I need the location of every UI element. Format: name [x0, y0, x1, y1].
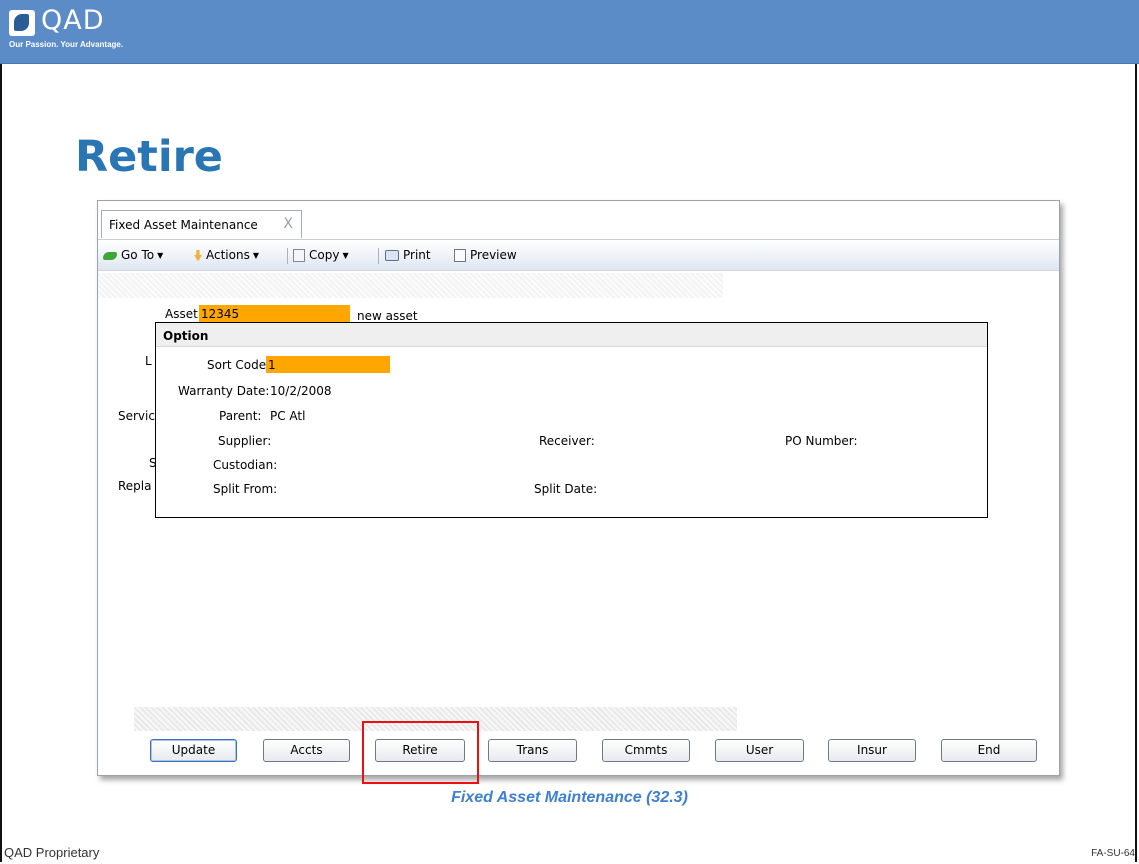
asset-description: new asset — [357, 309, 418, 323]
sort-code-field[interactable]: 1 — [266, 356, 390, 373]
accts-button[interactable]: Accts — [263, 739, 350, 762]
option-dialog-title: Option — [156, 323, 987, 347]
warranty-date-label: Warranty Date: — [178, 384, 270, 398]
tab-bar: Fixed Asset Maintenance X — [98, 201, 1059, 240]
actions-icon — [194, 249, 202, 262]
slide-title: Retire — [75, 132, 223, 182]
figure-caption: Fixed Asset Maintenance (32.3) — [451, 789, 688, 806]
asset-label: Asset: — [165, 307, 202, 321]
actions-label: Actions — [206, 248, 250, 262]
preview-button[interactable]: Preview — [454, 248, 517, 262]
partial-label: Servic — [118, 409, 155, 423]
header-strip — [98, 273, 723, 298]
print-button[interactable]: Print — [385, 248, 431, 262]
user-button[interactable]: User — [715, 739, 804, 762]
chevron-down-icon: ▼ — [342, 251, 349, 260]
close-icon[interactable]: X — [283, 216, 293, 232]
toolbar: Go To ▼ Actions ▼ Copy ▼ Print Preview — [98, 240, 1059, 271]
top-banner: QAD Our Passion. Your Advantage. — [0, 0, 1139, 64]
custodian-label: Custodian: — [213, 458, 278, 472]
preview-icon — [454, 249, 466, 262]
asset-value: 12345 — [201, 307, 240, 321]
insur-button[interactable]: Insur — [828, 739, 916, 762]
po-number-label: PO Number: — [785, 434, 858, 448]
app-window: Fixed Asset Maintenance X Go To ▼ Actions… — [97, 200, 1060, 776]
logo-tagline: Our Passion. Your Advantage. — [9, 40, 124, 49]
goto-menu[interactable]: Go To ▼ — [103, 248, 163, 262]
split-date-label: Split Date: — [534, 482, 598, 496]
trans-button[interactable]: Trans — [488, 739, 577, 762]
toolbar-divider — [378, 248, 379, 264]
parent-label: Parent: — [219, 409, 262, 423]
print-label: Print — [403, 248, 431, 262]
copy-menu[interactable]: Copy ▼ — [293, 248, 349, 262]
printer-icon — [385, 250, 399, 261]
tab-fixed-asset-maintenance[interactable]: Fixed Asset Maintenance X — [101, 210, 302, 238]
update-button[interactable]: Update — [150, 739, 237, 762]
receiver-label: Receiver: — [539, 434, 595, 448]
asset-field[interactable]: 12345 — [199, 305, 350, 322]
cmmts-button[interactable]: Cmmts — [602, 739, 690, 762]
footer-slide-id: FA-SU-64 — [1091, 848, 1135, 859]
goto-icon — [103, 251, 117, 260]
copy-icon — [293, 249, 305, 262]
sort-code-label: Sort Code: — [207, 358, 271, 372]
tab-label: Fixed Asset Maintenance — [109, 218, 258, 232]
actions-menu[interactable]: Actions ▼ — [194, 248, 259, 262]
footer-proprietary: QAD Proprietary — [4, 845, 100, 860]
supplier-label: Supplier: — [218, 434, 272, 448]
qad-logo-icon — [9, 10, 35, 36]
partial-label: L — [145, 354, 152, 368]
chevron-down-icon: ▼ — [252, 251, 259, 260]
end-button[interactable]: End — [941, 739, 1037, 762]
warranty-date-value: 10/2/2008 — [270, 384, 332, 398]
toolbar-divider — [287, 248, 288, 264]
option-dialog: Option Sort Code: 1 Warranty Date: 10/2/… — [155, 322, 988, 518]
partial-label: Repla — [118, 479, 152, 493]
retire-callout-box — [362, 721, 479, 784]
parent-value: PC Atl — [270, 409, 306, 423]
logo-text: QAD — [41, 5, 105, 36]
goto-label: Go To — [121, 248, 155, 262]
copy-label: Copy — [309, 248, 340, 262]
sort-code-value: 1 — [268, 358, 276, 372]
chevron-down-icon: ▼ — [157, 251, 164, 260]
preview-label: Preview — [470, 248, 517, 262]
split-from-label: Split From: — [213, 482, 278, 496]
